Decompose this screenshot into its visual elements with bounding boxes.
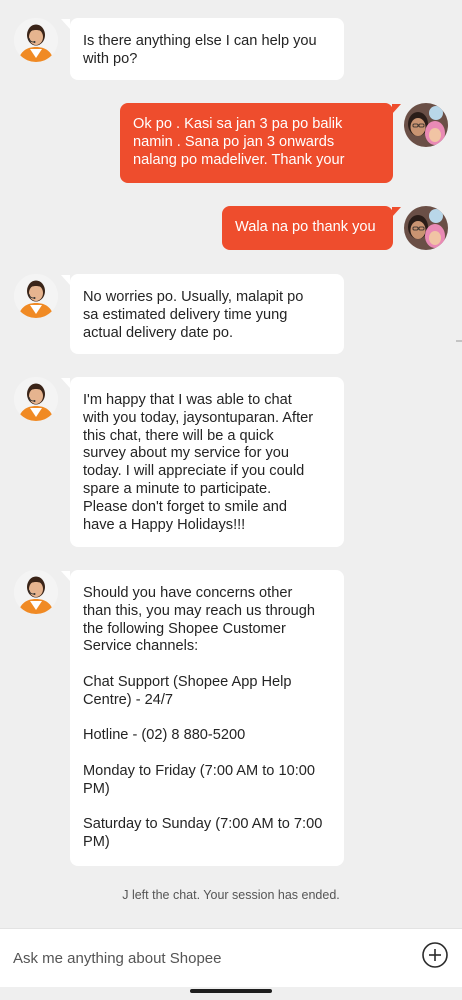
bubble-tail bbox=[392, 104, 401, 114]
agent-message: I'm happy that I was able to chat with y… bbox=[70, 377, 344, 547]
user-avatar bbox=[404, 103, 448, 147]
home-indicator[interactable] bbox=[190, 989, 272, 993]
agent-message: Is there anything else I can help you wi… bbox=[70, 18, 344, 80]
bubble-tail bbox=[61, 19, 70, 29]
agent-avatar-icon bbox=[14, 274, 58, 318]
message-text: No worries po. Usually, malapit po sa es… bbox=[83, 289, 304, 341]
message-text: I'm happy that I was able to chat with y… bbox=[83, 392, 314, 533]
agent-avatar bbox=[14, 18, 58, 62]
user-message: Ok po . Kasi sa jan 3 pa po balik namin … bbox=[120, 103, 393, 183]
user-avatar-icon bbox=[404, 103, 448, 147]
bubble-tail bbox=[61, 378, 70, 388]
bubble-tail bbox=[61, 571, 70, 581]
message-input[interactable] bbox=[13, 946, 403, 970]
user-avatar-icon bbox=[404, 206, 448, 250]
composer-bar bbox=[0, 928, 462, 987]
message-text: Ok po . Kasi sa jan 3 pa po balik namin … bbox=[133, 116, 345, 168]
attach-button[interactable] bbox=[421, 941, 449, 969]
agent-avatar-icon bbox=[14, 570, 58, 614]
agent-message: No worries po. Usually, malapit po sa es… bbox=[70, 274, 344, 354]
agent-message: Should you have concerns other than this… bbox=[70, 570, 344, 866]
bubble-tail bbox=[61, 275, 70, 285]
agent-avatar bbox=[14, 377, 58, 421]
agent-avatar-icon bbox=[14, 18, 58, 62]
message-text: Wala na po thank you bbox=[235, 219, 376, 235]
plus-circle-icon bbox=[422, 942, 448, 968]
agent-avatar bbox=[14, 570, 58, 614]
bubble-tail bbox=[392, 207, 401, 217]
message-text: Should you have concerns other than this… bbox=[83, 585, 323, 851]
scroll-indicator bbox=[456, 340, 462, 342]
session-ended-note: J left the chat. Your session has ended. bbox=[122, 888, 340, 902]
message-text: Is there anything else I can help you wi… bbox=[83, 33, 317, 67]
user-avatar bbox=[404, 206, 448, 250]
agent-avatar-icon bbox=[14, 377, 58, 421]
agent-avatar bbox=[14, 274, 58, 318]
user-message: Wala na po thank you bbox=[222, 206, 393, 250]
